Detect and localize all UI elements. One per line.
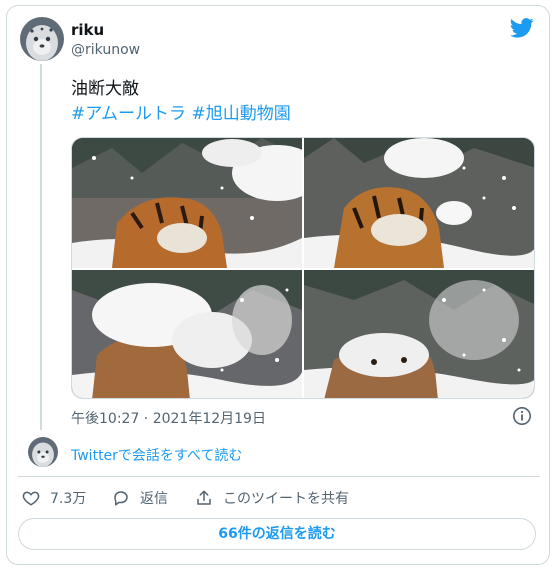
thread-line bbox=[40, 64, 42, 430]
tweet-photo[interactable] bbox=[72, 270, 302, 398]
share-icon bbox=[197, 490, 211, 505]
heart-icon bbox=[22, 491, 40, 506]
tweet-photo[interactable] bbox=[304, 138, 534, 268]
tweet-photo[interactable] bbox=[304, 270, 534, 398]
read-replies-button[interactable]: 66件の返信を読む bbox=[18, 518, 536, 550]
tweet-timestamp[interactable]: 午後10:27 · 2021年12月19日 bbox=[71, 408, 266, 428]
like-button[interactable]: 7.3万 bbox=[22, 488, 86, 508]
user-handle[interactable]: @rikunow bbox=[71, 42, 140, 58]
reply-icon bbox=[114, 491, 128, 506]
reply-label: 返信 bbox=[140, 491, 168, 507]
photo-grid bbox=[71, 137, 535, 399]
user-avatar-small[interactable] bbox=[28, 437, 58, 467]
like-count: 7.3万 bbox=[50, 491, 87, 507]
twitter-bird-icon[interactable] bbox=[510, 18, 534, 38]
info-icon[interactable] bbox=[512, 406, 532, 426]
hashtag-link[interactable]: #アムールトラ bbox=[71, 104, 186, 124]
divider bbox=[18, 476, 540, 477]
reply-button[interactable]: 返信 bbox=[112, 488, 168, 508]
share-label: このツイートを共有 bbox=[223, 491, 349, 507]
share-button[interactable]: このツイートを共有 bbox=[195, 488, 349, 508]
tweet-text: 油断大敵 bbox=[71, 79, 139, 99]
hashtag-list: #アムールトラ #旭山動物園 bbox=[71, 101, 291, 127]
display-name[interactable]: riku bbox=[71, 21, 104, 39]
user-avatar[interactable] bbox=[20, 17, 64, 61]
read-conversation-link[interactable]: Twitterで会話をすべて読む bbox=[71, 445, 242, 465]
tweet-photo[interactable] bbox=[72, 138, 302, 268]
hashtag-link[interactable]: #旭山動物園 bbox=[191, 104, 290, 124]
